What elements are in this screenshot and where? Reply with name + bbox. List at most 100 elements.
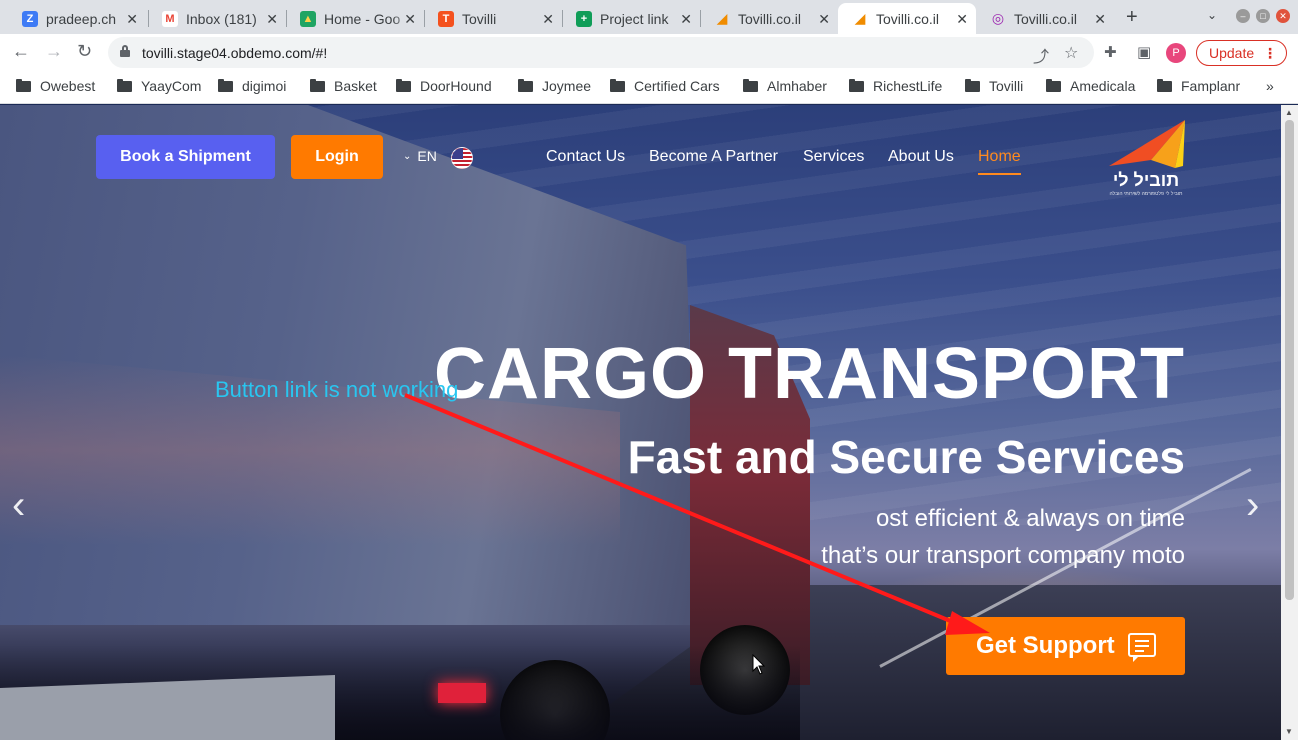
browser-tab-2[interactable]: M Inbox (181) ✕ [148, 3, 286, 34]
browser-tab-1[interactable]: Z pradeep.ch ✕ [8, 3, 146, 34]
bookmark-folder[interactable]: digimoi [218, 78, 286, 94]
extensions-icon[interactable]: ✚ [1104, 43, 1117, 61]
us-flag-icon[interactable] [451, 147, 473, 169]
tab-title: Tovilli.co.il [876, 10, 940, 27]
language-label: EN [417, 148, 437, 164]
profile-avatar[interactable]: P [1166, 43, 1186, 63]
scroll-thumb[interactable] [1285, 120, 1294, 600]
close-icon[interactable]: ✕ [542, 11, 554, 28]
bookmark-folder[interactable]: Certified Cars [610, 78, 720, 94]
tab-title: Project link [600, 10, 669, 27]
new-tab-button[interactable]: + [1126, 6, 1138, 29]
slider-next-arrow-icon[interactable]: › [1246, 483, 1259, 528]
hero-section: Book a Shipment Login ⌄ EN Contact Us Be… [0, 105, 1281, 740]
browser-toolbar: ← → ↻ tovilli.stage04.obdemo.com/#! ⤴ ☆ … [0, 34, 1298, 70]
bookmark-folder[interactable]: YaayCom [117, 78, 201, 94]
logo-wordmark: תוביל לי [1112, 170, 1180, 190]
tab-title: Tovilli.co.il [1014, 10, 1078, 27]
tab-title: Home - Goo [324, 10, 401, 27]
back-icon[interactable]: ← [12, 41, 30, 62]
bookmark-star-icon[interactable]: ☆ [1064, 43, 1078, 63]
get-support-button[interactable]: Get Support [946, 617, 1185, 675]
book-shipment-button[interactable]: Book a Shipment [96, 135, 275, 179]
browser-tab-4[interactable]: T Tovilli ✕ [424, 3, 562, 34]
nav-become-partner[interactable]: Become A Partner [649, 148, 778, 166]
forward-icon[interactable]: → [45, 41, 63, 62]
chrome-icon: ◎ [991, 10, 1005, 26]
slider-prev-arrow-icon[interactable]: ‹ [12, 483, 25, 528]
hero-title: CARGO TRANSPORT [434, 334, 1185, 414]
address-bar[interactable]: tovilli.stage04.obdemo.com/#! ⤴ ☆ [108, 37, 1094, 68]
hero-tagline-2: that’s our transport company moto [821, 542, 1185, 569]
nav-contact-us[interactable]: Contact Us [546, 148, 625, 166]
browser-tab-3[interactable]: ▲ Home - Goo ✕ [286, 3, 424, 34]
message-icon [1128, 633, 1156, 662]
folder-icon [849, 78, 864, 92]
bookmark-folder[interactable]: Basket [310, 78, 377, 94]
maximize-icon[interactable]: □ [1256, 9, 1270, 23]
login-button[interactable]: Login [291, 135, 383, 179]
bookmark-folder[interactable]: Amedicala [1046, 78, 1135, 94]
bookmark-folder[interactable]: Famplanr [1157, 78, 1240, 94]
tovilli-logo-icon: ◢ [716, 10, 728, 26]
folder-icon [117, 78, 132, 92]
bookmark-folder[interactable]: Tovilli [965, 78, 1023, 94]
nav-services[interactable]: Services [803, 148, 864, 166]
active-nav-indicator [978, 173, 1021, 175]
close-icon[interactable]: ✕ [680, 11, 692, 28]
menu-dots-icon[interactable]: ⋮ [1263, 41, 1277, 65]
annotation-note: Button link is not working [215, 377, 459, 402]
close-icon[interactable]: ✕ [956, 11, 968, 28]
sheets-icon: + [576, 10, 592, 27]
close-icon[interactable]: ✕ [404, 11, 416, 28]
share-icon[interactable]: ⤴ [1033, 43, 1049, 67]
update-button[interactable]: Update ⋮ [1196, 40, 1287, 66]
scroll-down-icon[interactable]: ▼ [1285, 727, 1293, 736]
close-icon[interactable]: ✕ [1094, 11, 1106, 28]
tab-search-button[interactable]: ⌄ [1207, 8, 1217, 22]
drive-icon: ▲ [300, 10, 316, 27]
close-icon[interactable]: ✕ [818, 11, 830, 28]
close-icon[interactable]: ✕ [266, 11, 278, 28]
minimize-icon[interactable]: – [1236, 9, 1250, 23]
update-label: Update [1209, 45, 1255, 61]
side-panel-icon[interactable]: ▣ [1137, 43, 1151, 61]
bookmark-folder[interactable]: Owebest [16, 78, 95, 94]
browser-tab-8[interactable]: ◎ Tovilli.co.il ✕ [976, 3, 1114, 34]
tab-title: Tovilli [462, 10, 497, 27]
tab-title: Tovilli.co.il [738, 10, 802, 27]
lock-icon [120, 45, 130, 57]
folder-icon [310, 78, 325, 92]
folder-icon [965, 78, 980, 92]
browser-tab-5[interactable]: + Project link ✕ [562, 3, 700, 34]
folder-icon [1157, 78, 1172, 92]
browser-tab-6[interactable]: ◢ Tovilli.co.il ✕ [700, 3, 838, 34]
tab-title: pradeep.ch [46, 10, 117, 27]
bookmark-folder[interactable]: RichestLife [849, 78, 942, 94]
chevron-down-icon: ⌄ [403, 150, 412, 162]
mouse-cursor-icon [752, 654, 766, 675]
get-support-label: Get Support [976, 632, 1115, 659]
reload-icon[interactable]: ↻ [77, 41, 92, 62]
url-text[interactable]: tovilli.stage04.obdemo.com/#! [142, 45, 327, 61]
nav-about-us[interactable]: About Us [888, 148, 954, 166]
folder-icon [396, 78, 411, 92]
tab-strip: Z pradeep.ch ✕ M Inbox (181) ✕ ▲ Home - … [0, 0, 1298, 34]
close-icon[interactable]: ✕ [126, 11, 138, 28]
close-window-icon[interactable]: ✕ [1276, 9, 1290, 23]
tovilli-icon: T [438, 10, 454, 27]
hero-subtitle: Fast and Secure Services [627, 431, 1185, 483]
browser-tab-7-active[interactable]: ◢ Tovilli.co.il ✕ [838, 3, 976, 34]
gmail-icon: M [162, 10, 178, 27]
bookmark-folder[interactable]: DoorHound [396, 78, 492, 94]
bookmarks-overflow-button[interactable]: » [1266, 78, 1274, 94]
language-selector[interactable]: ⌄ EN [403, 148, 437, 164]
folder-icon [610, 78, 625, 92]
page-scrollbar[interactable]: ▲ ▼ [1281, 105, 1298, 740]
bookmark-folder[interactable]: Almhaber [743, 78, 827, 94]
folder-icon [1046, 78, 1061, 92]
scroll-up-icon[interactable]: ▲ [1285, 108, 1293, 117]
bookmark-folder[interactable]: Joymee [518, 78, 591, 94]
logo-tagline: תוביל לי פלטפורמה לשירותי הובלה [1109, 191, 1183, 197]
nav-home[interactable]: Home [978, 148, 1021, 166]
